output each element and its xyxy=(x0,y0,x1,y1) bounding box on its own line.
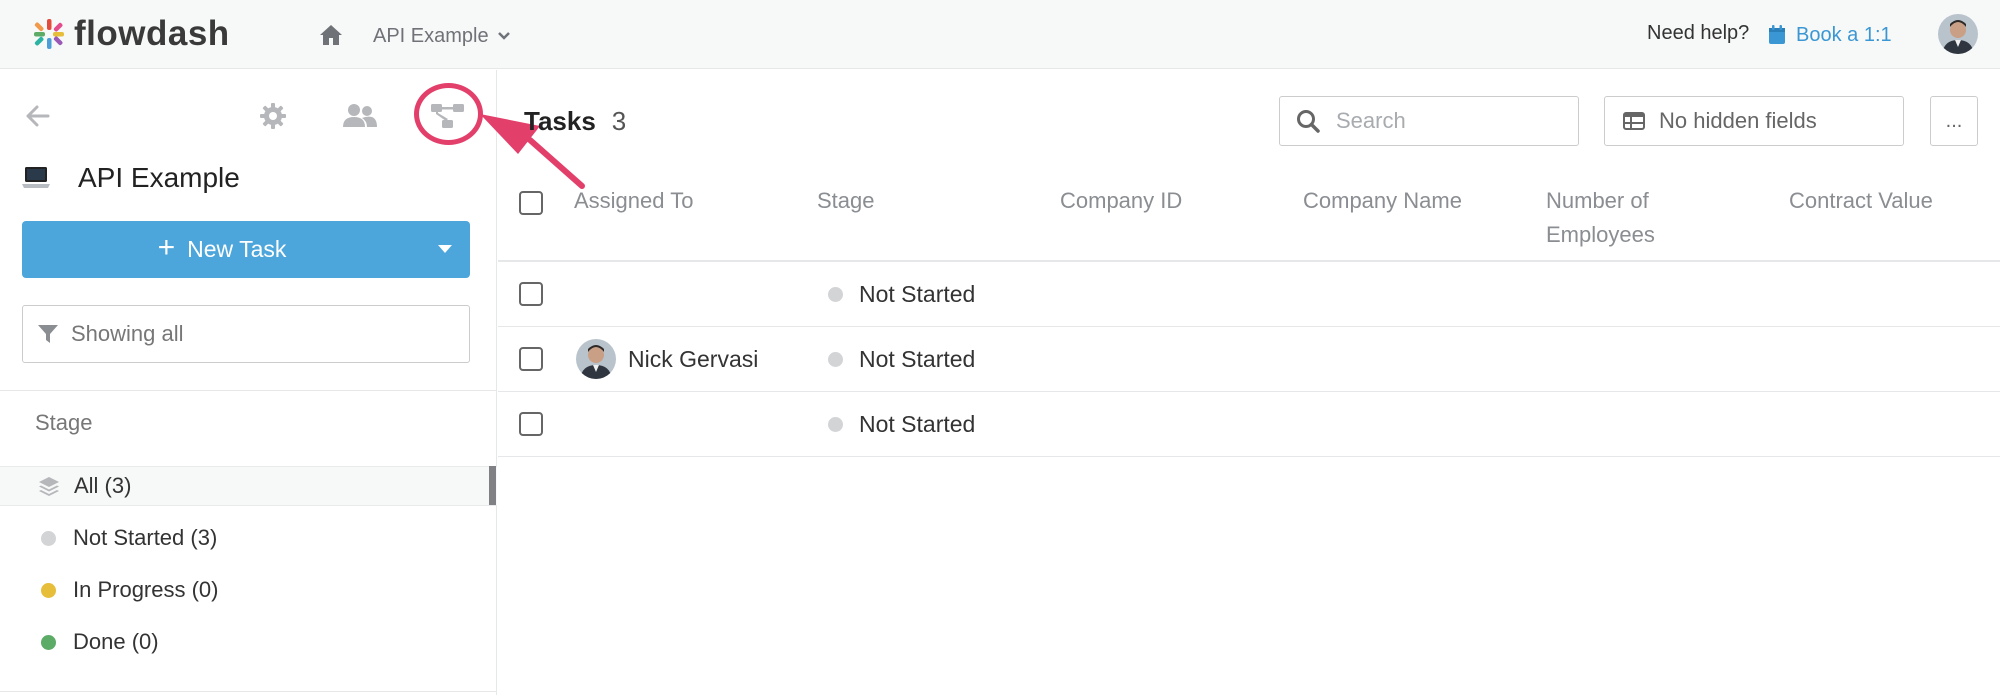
row-checkbox[interactable] xyxy=(519,282,543,306)
app-title-text: API Example xyxy=(78,162,240,193)
stage-color-dot xyxy=(41,582,56,598)
stage-color-dot xyxy=(828,351,843,367)
assignee-avatar xyxy=(576,339,616,379)
stage-filter-label: All (3) xyxy=(74,473,132,498)
stage-filter-label: Done (0) xyxy=(73,629,159,654)
back-button[interactable] xyxy=(18,96,58,136)
filter-label: Showing all xyxy=(71,321,184,346)
app-title: API Example xyxy=(22,158,240,198)
select-all-checkbox[interactable] xyxy=(519,191,543,215)
task-count: 3 xyxy=(611,106,627,136)
users-icon xyxy=(343,104,377,127)
search-box[interactable] xyxy=(1279,96,1579,146)
column-header-number-of-employees[interactable]: Number of Employees xyxy=(1546,184,1686,252)
hidden-fields-button[interactable]: No hidden fields xyxy=(1604,96,1904,146)
sidebar: API Example + New Task Showing all Stage… xyxy=(0,70,497,695)
home-icon xyxy=(320,25,342,45)
app-settings-button[interactable] xyxy=(253,96,293,136)
column-header-assigned-to[interactable]: Assigned To xyxy=(574,184,693,218)
flowdash-logo-mark-icon xyxy=(34,19,64,49)
need-help-label: Need help? xyxy=(1647,22,1750,44)
book-call-link[interactable]: Book a 1:1 xyxy=(1768,20,1892,50)
flowdash-logo[interactable]: flowdash xyxy=(34,14,230,54)
more-options-button[interactable]: ... xyxy=(1930,96,1978,146)
table-icon xyxy=(1623,112,1645,130)
user-avatar[interactable] xyxy=(1938,14,1978,54)
table-row[interactable]: Not Started xyxy=(498,392,2000,457)
page-title: Tasks 3 xyxy=(524,106,626,140)
plus-icon: + xyxy=(157,231,176,264)
assignee-name: Nick Gervasi xyxy=(628,345,759,372)
search-icon xyxy=(1297,110,1320,133)
stage-filter-label: In Progress (0) xyxy=(73,577,219,602)
stage-cell-label: Not Started xyxy=(859,280,976,307)
new-task-button[interactable]: + New Task xyxy=(22,221,470,278)
stage-filter-all[interactable]: All (3) xyxy=(0,466,497,506)
workflow-icon xyxy=(431,104,464,128)
workflow-builder-button[interactable] xyxy=(428,96,468,136)
table-header: Assigned To Stage Company ID Company Nam… xyxy=(498,166,2000,262)
new-task-main[interactable]: + New Task xyxy=(22,221,422,278)
gear-icon xyxy=(260,103,286,129)
search-input[interactable] xyxy=(1336,108,1556,134)
brand-name: flowdash xyxy=(74,14,230,53)
top-bar: flowdash API Example Need help? Book a 1… xyxy=(0,0,2000,69)
column-header-company-id[interactable]: Company ID xyxy=(1060,184,1182,218)
stage-color-dot xyxy=(828,416,843,432)
book-call-label: Book a 1:1 xyxy=(1796,23,1892,46)
stage-color-dot xyxy=(41,530,56,546)
stage-cell-label: Not Started xyxy=(859,345,976,372)
column-header-company-name[interactable]: Company Name xyxy=(1303,184,1462,218)
row-checkbox[interactable] xyxy=(519,347,543,371)
sidebar-bottom-divider xyxy=(0,691,497,692)
app-switcher-dropdown[interactable]: API Example xyxy=(373,22,511,50)
stage-filter-label: Not Started (3) xyxy=(73,525,218,550)
sidebar-scrollbar[interactable] xyxy=(489,466,496,505)
stage-filter-done[interactable]: Done (0) xyxy=(0,622,497,662)
stage-cell: Not Started xyxy=(828,278,975,310)
new-task-label: New Task xyxy=(187,236,287,262)
new-task-dropdown-caret-icon[interactable] xyxy=(438,245,452,253)
app-switcher-label: API Example xyxy=(373,24,489,47)
stage-cell-label: Not Started xyxy=(859,410,976,437)
chevron-down-icon xyxy=(497,31,511,41)
more-options-label: ... xyxy=(1945,109,1963,132)
stage-color-dot xyxy=(41,634,56,650)
stage-cell: Not Started xyxy=(828,408,975,440)
stage-filter-header: Stage xyxy=(35,410,93,435)
column-header-contract-value[interactable]: Contract Value xyxy=(1789,184,1933,218)
table-row[interactable]: Not Started xyxy=(498,262,2000,327)
page-title-text: Tasks xyxy=(524,106,596,136)
stage-cell: Not Started xyxy=(828,343,975,375)
sidebar-divider xyxy=(0,390,497,391)
user-avatar-image xyxy=(1938,14,1978,54)
column-header-stage[interactable]: Stage xyxy=(817,184,875,218)
back-arrow-icon xyxy=(26,105,50,127)
laptop-icon xyxy=(22,166,50,190)
table-row[interactable]: Nick Gervasi Not Started xyxy=(498,327,2000,392)
stage-color-dot xyxy=(828,286,843,302)
home-button[interactable] xyxy=(316,20,346,50)
filter-icon xyxy=(37,323,59,345)
calendar-icon xyxy=(1768,25,1786,45)
assignee-cell: Nick Gervasi xyxy=(576,338,758,380)
hidden-fields-label: No hidden fields xyxy=(1659,108,1817,133)
app-users-button[interactable] xyxy=(340,96,380,136)
row-checkbox[interactable] xyxy=(519,412,543,436)
stage-filter-not-started[interactable]: Not Started (3) xyxy=(0,518,497,558)
filter-button[interactable]: Showing all xyxy=(22,305,470,363)
layers-icon xyxy=(38,476,60,496)
stage-filter-in-progress[interactable]: In Progress (0) xyxy=(0,570,497,610)
tasks-table: Assigned To Stage Company ID Company Nam… xyxy=(498,166,2000,457)
